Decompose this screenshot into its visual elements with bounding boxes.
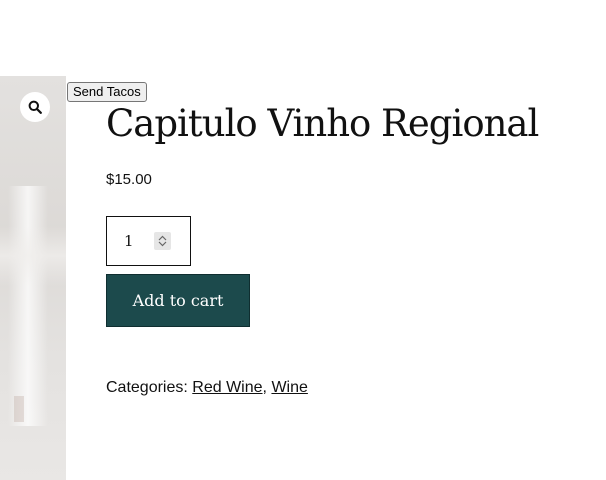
add-to-cart-button[interactable]: Add to cart [106,274,250,327]
chevron-down-icon[interactable] [158,241,167,247]
send-tacos-button[interactable]: Send Tacos [67,82,147,102]
quantity-value[interactable]: 1 [124,232,134,250]
product-image-gallery [0,76,66,480]
gallery-zoom-button[interactable] [20,92,50,122]
categories-label: Categories: [106,379,188,396]
product-categories: Categories: Red Wine, Wine [106,379,308,397]
product-image-blur [14,396,24,422]
product-image-blur [8,186,48,426]
category-link-wine[interactable]: Wine [271,379,307,396]
quantity-spinner[interactable] [154,232,171,250]
search-icon [28,100,42,114]
category-separator: , [262,379,267,396]
category-link-red-wine[interactable]: Red Wine [192,379,262,396]
product-title: Capitulo Vinho Regional [106,102,539,145]
product-image-blur [0,226,66,286]
product-price: $15.00 [106,171,152,188]
quantity-stepper[interactable]: 1 [106,216,191,266]
